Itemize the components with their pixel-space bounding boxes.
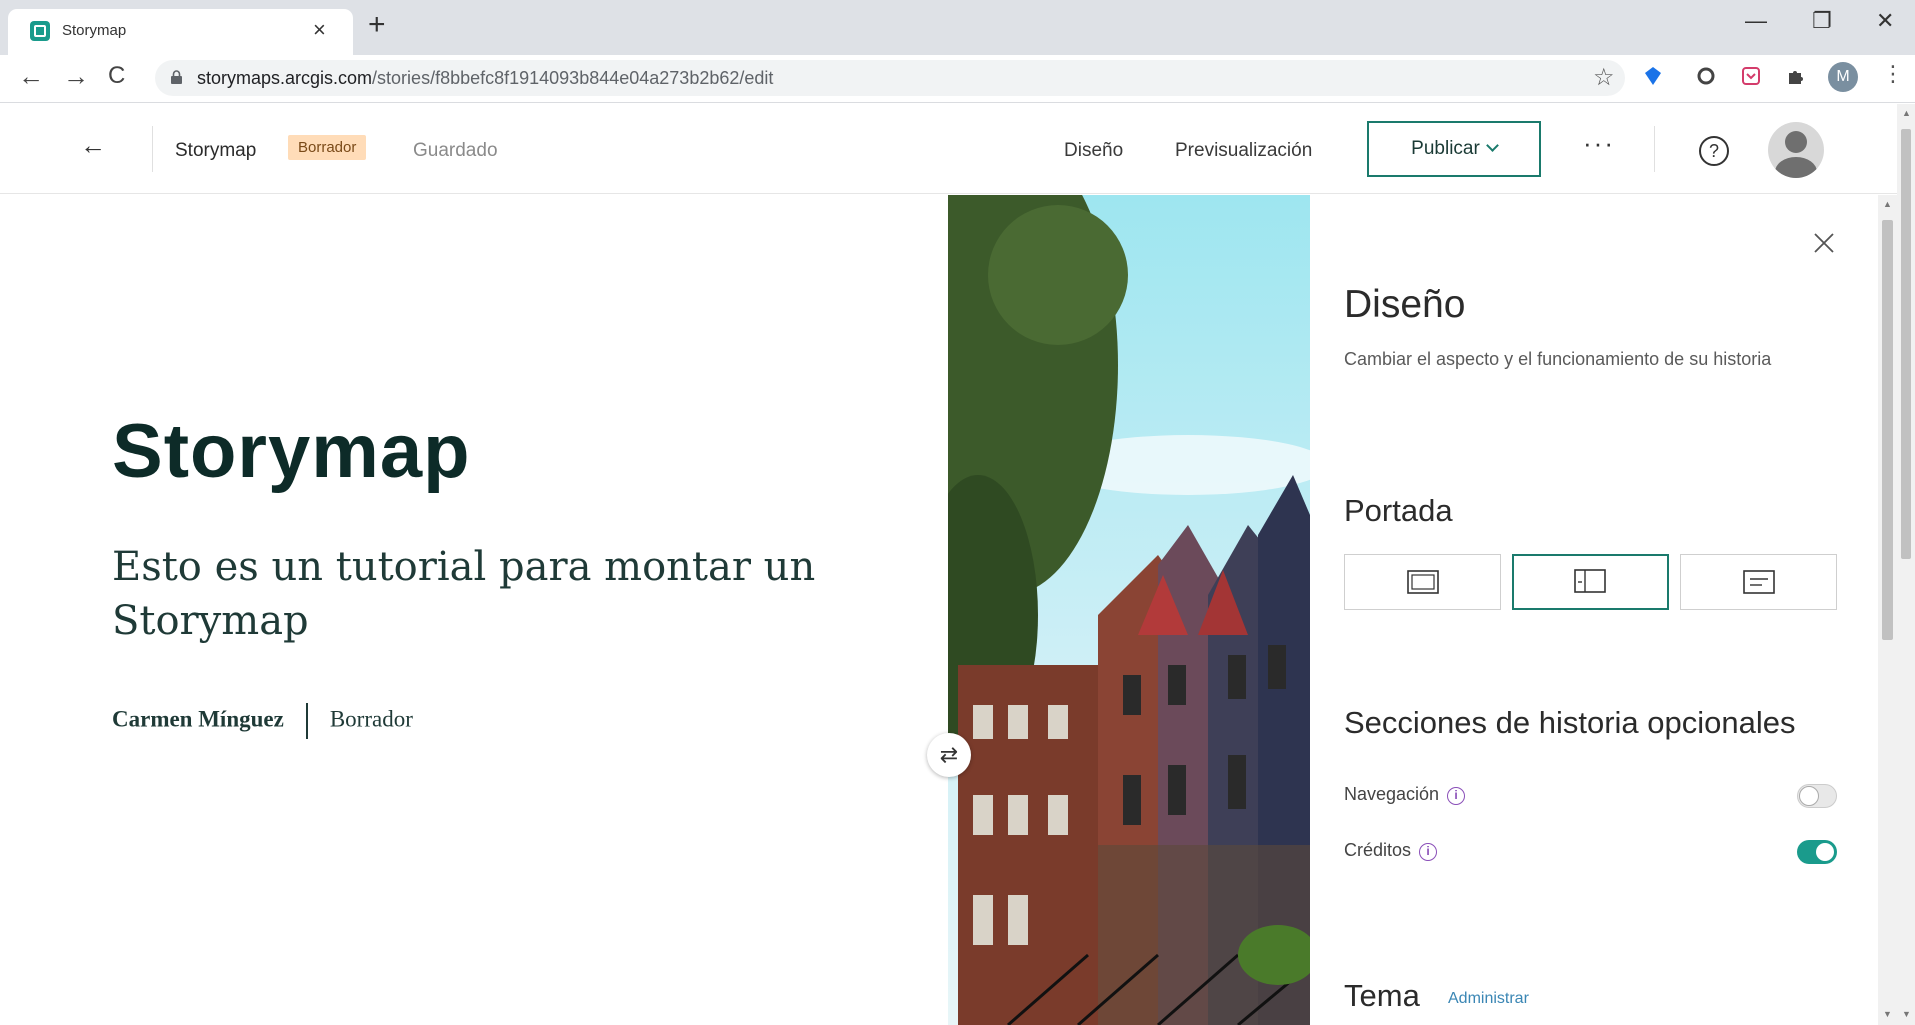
panel-description: Cambiar el aspecto y el funcionamiento d… [1344,349,1772,369]
cover-minimal-icon [1743,570,1775,594]
cover-split-icon [1574,569,1606,593]
help-icon[interactable]: ? [1699,136,1729,166]
author-name[interactable]: Carmen Mínguez [112,706,284,731]
browser-tab[interactable]: Storymap × [8,9,353,55]
extension-shield-icon[interactable] [1642,65,1664,87]
story-name: Storymap [175,140,257,161]
swap-layout-button[interactable]: ⇄ [927,733,971,777]
lock-icon [171,70,182,84]
tab-title: Storymap [62,22,127,39]
close-icon[interactable] [1810,229,1838,257]
more-options-button[interactable]: ··· [1583,128,1615,159]
manage-theme-link[interactable]: Administrar [1448,990,1529,1008]
address-bar[interactable]: storymaps.arcgis.com/stories/f8bbefc8f19… [155,60,1625,96]
publish-button[interactable]: Publicar [1367,121,1541,177]
save-status: Guardado [413,140,498,161]
scroll-down-icon[interactable]: ▼ [1883,1009,1892,1019]
page-scroll-thumb[interactable] [1901,129,1911,559]
window-close-button[interactable]: ✕ [1876,8,1894,34]
byline: Carmen Mínguez Borrador [112,703,413,739]
scroll-up-icon[interactable]: ▲ [1883,199,1892,209]
preview-link[interactable]: Previsualización [1175,140,1312,162]
story-status: Borrador [329,706,413,732]
back-nav-icon[interactable]: ← [18,61,44,92]
cover-photo[interactable] [948,195,1310,1025]
cover-option-minimal[interactable] [1680,554,1837,610]
story-title[interactable]: Storymap [112,408,471,495]
cover-photo-image [948,195,1310,1025]
cover-option-split[interactable] [1512,554,1669,610]
browser-menu-icon[interactable]: ⋮ [1882,61,1904,87]
navigation-option: Navegación i [1344,784,1466,805]
panel-scroll-thumb[interactable] [1882,220,1893,640]
scroll-up-icon[interactable]: ▲ [1902,108,1911,118]
extension-pocket-icon[interactable] [1740,65,1762,87]
design-panel: Diseño Cambiar el aspecto y el funcionam… [1310,195,1878,1025]
browser-toolbar: ← → C storymaps.arcgis.com/stories/f8bbe… [0,55,1915,103]
url-text: storymaps.arcgis.com/stories/f8bbefc8f19… [197,68,774,88]
story-subtitle[interactable]: Esto es un tutorial para montar un Story… [112,540,832,648]
cover-option-full[interactable] [1344,554,1501,610]
credits-option: Créditos i [1344,840,1438,861]
extension-circle-icon[interactable] [1695,65,1717,87]
draft-badge: Borrador [288,135,367,160]
cover-full-icon [1407,570,1439,594]
navigation-toggle[interactable] [1797,784,1837,808]
minimize-button[interactable]: — [1745,8,1767,34]
page-scrollbar[interactable]: ▲ ▼ [1897,104,1915,1025]
profile-avatar[interactable]: M [1828,62,1858,92]
back-arrow-icon[interactable]: ← [80,130,106,161]
optional-sections-title: Secciones de historia opcionales [1344,705,1796,740]
toggle-knob [1799,786,1819,806]
toggle-knob [1816,843,1834,861]
extensions-puzzle-icon[interactable] [1785,65,1807,87]
storymaps-favicon-icon [30,21,50,41]
design-link[interactable]: Diseño [1064,140,1123,162]
tab-close-icon[interactable]: × [313,17,326,43]
app-header: ← Storymap Borrador Guardado Diseño Prev… [0,104,1897,194]
info-icon[interactable]: i [1419,843,1438,861]
header-divider [1654,126,1655,172]
info-icon[interactable]: i [1447,787,1466,805]
scroll-down-icon[interactable]: ▼ [1902,1009,1911,1019]
theme-section-title: Tema [1344,978,1420,1013]
chevron-down-icon [1485,139,1499,152]
panel-title: Diseño [1344,283,1466,326]
new-tab-button[interactable]: + [368,10,386,40]
byline-divider [305,703,308,739]
cover-section-title: Portada [1344,493,1453,528]
panel-scrollbar[interactable]: ▲ ▼ [1878,195,1897,1025]
credits-toggle[interactable] [1797,840,1837,864]
browser-tab-strip: Storymap × + — ❐ ✕ [0,0,1915,55]
user-avatar[interactable] [1768,122,1824,178]
reload-icon[interactable]: C [108,62,125,90]
restore-button[interactable]: ❐ [1812,8,1832,34]
header-divider [152,126,153,172]
bookmark-star-icon[interactable]: ☆ [1593,63,1615,92]
forward-nav-icon[interactable]: → [63,61,89,92]
